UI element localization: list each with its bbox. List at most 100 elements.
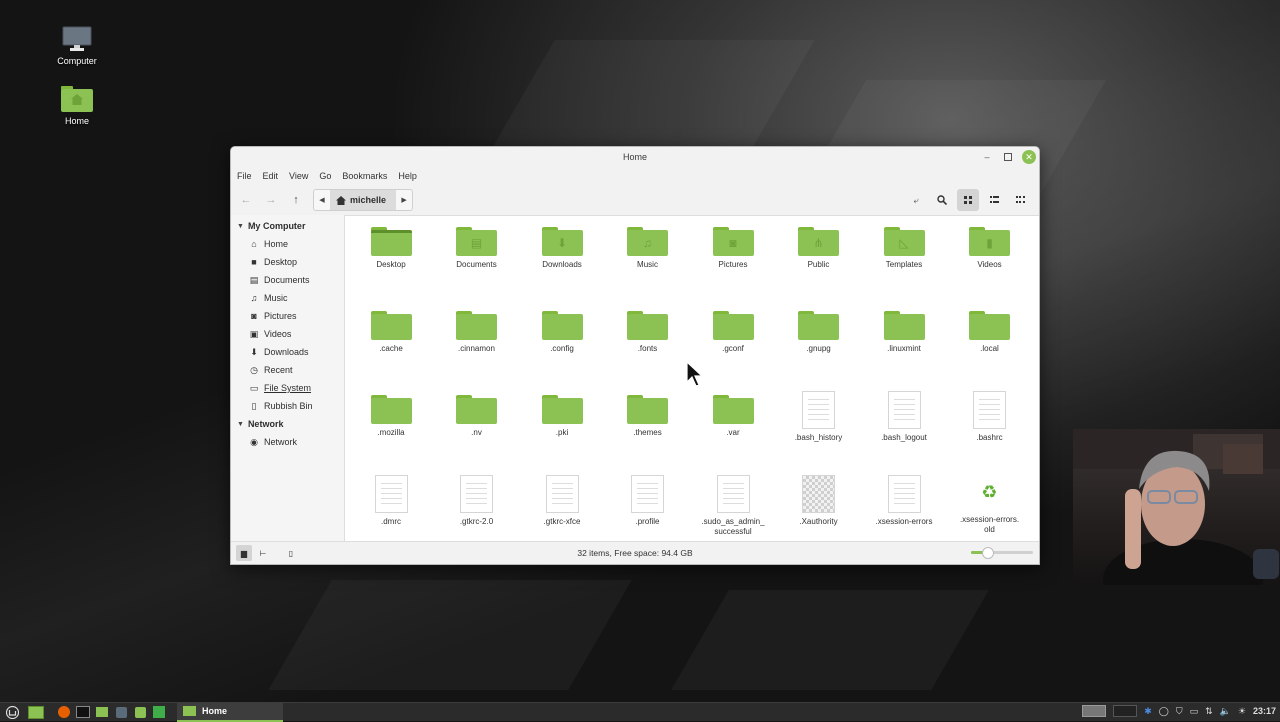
taskbar-window-home[interactable]: Home xyxy=(177,702,283,722)
settings-launcher[interactable] xyxy=(113,705,129,719)
file-item[interactable]: .xsession-errors xyxy=(862,475,946,527)
desktop-icon-home[interactable]: Home xyxy=(42,86,112,126)
file-item[interactable]: .bashrc xyxy=(948,391,1032,443)
breadcrumb-next-button[interactable]: ▶ xyxy=(396,190,412,210)
folder-item[interactable]: .linuxmint xyxy=(862,311,946,354)
file-item[interactable]: .bash_history xyxy=(777,391,861,443)
file-item[interactable]: .gtkrc-2.0 xyxy=(435,475,519,527)
sidebar-section-header[interactable]: ▼ Network xyxy=(231,415,344,433)
breadcrumb-current[interactable]: michelle xyxy=(330,190,397,210)
folder-item[interactable]: .cache xyxy=(349,311,433,354)
menu-go[interactable]: Go xyxy=(319,171,331,181)
folder-item[interactable]: .gnupg xyxy=(777,311,861,354)
folder-item[interactable]: ⬇ Downloads xyxy=(520,227,604,270)
sidebar-item[interactable]: ▭ File System xyxy=(231,379,344,397)
folder-item[interactable]: .nv xyxy=(435,395,519,438)
arrow-up-icon: ↑ xyxy=(293,194,299,206)
bluetooth-icon[interactable]: ✱ xyxy=(1144,706,1152,717)
folder-item[interactable]: ◙ Pictures xyxy=(691,227,775,270)
folder-item[interactable]: .gconf xyxy=(691,311,775,354)
menu-file[interactable]: File xyxy=(237,171,252,181)
clock-icon: ◷ xyxy=(250,364,258,375)
file-item[interactable]: .gtkrc-xfce xyxy=(520,475,604,527)
folder-item[interactable]: .pki xyxy=(520,395,604,438)
close-button[interactable]: ✕ xyxy=(1022,150,1036,164)
zoom-slider[interactable] xyxy=(971,547,1033,559)
workspace-switcher[interactable] xyxy=(1082,705,1107,717)
file-name: .gtkrc-2.0 xyxy=(459,517,494,526)
minimize-button[interactable]: – xyxy=(980,150,994,164)
shield-icon[interactable]: ⛉ xyxy=(1176,706,1183,717)
sidebar-item[interactable]: ♫ Music xyxy=(231,289,344,307)
sidebar-item[interactable]: ▤ Documents xyxy=(231,271,344,289)
workspace-2[interactable] xyxy=(1113,705,1138,717)
menu-button[interactable] xyxy=(4,705,20,719)
sidebar-item[interactable]: ◉ Network xyxy=(231,433,344,451)
folder-item[interactable]: Desktop xyxy=(349,227,433,270)
window-titlebar[interactable]: Home – ✕ xyxy=(231,147,1039,167)
folder-item[interactable]: .fonts xyxy=(606,311,690,354)
sidebar-item[interactable]: ◷ Recent xyxy=(231,361,344,379)
folder-item[interactable]: .mozilla xyxy=(349,395,433,438)
file-item[interactable]: .bash_logout xyxy=(862,391,946,443)
sidebar-item[interactable]: ■ Desktop xyxy=(231,253,344,271)
folder-item[interactable]: ▮ Videos xyxy=(948,227,1032,270)
network-status-icon[interactable]: ⇅ xyxy=(1205,706,1213,717)
list-view-button[interactable] xyxy=(983,189,1005,211)
toggle-location-button[interactable]: ⤶ xyxy=(905,189,927,211)
file-name: .sudo_as_admin_ successful xyxy=(701,517,765,536)
folder-item[interactable]: ♫ Music xyxy=(606,227,690,270)
folder-item[interactable]: .themes xyxy=(606,395,690,438)
obs-icon[interactable]: ◯ xyxy=(1159,706,1169,717)
sidebar-section-header[interactable]: ▼ My Computer xyxy=(231,217,344,235)
zoom-slider-handle[interactable] xyxy=(981,547,994,559)
up-button[interactable]: ↑ xyxy=(285,189,307,211)
sidebar-item[interactable]: ◙ Pictures xyxy=(231,307,344,325)
folder-item[interactable]: .var xyxy=(691,395,775,438)
menu-help[interactable]: Help xyxy=(398,171,417,181)
sidebar-item[interactable]: ▣ Videos xyxy=(231,325,344,343)
breadcrumb-prev-button[interactable]: ◀ xyxy=(314,190,330,210)
desktop-icon-computer[interactable]: Computer xyxy=(42,26,112,66)
volume-icon[interactable]: 🔈 xyxy=(1220,706,1231,717)
search-icon xyxy=(937,195,947,205)
file-name: .linuxmint xyxy=(887,344,921,353)
sidebar-item[interactable]: ⬇ Downloads xyxy=(231,343,344,361)
files-launcher[interactable] xyxy=(94,705,110,719)
folder-item[interactable]: ◺ Templates xyxy=(862,227,946,270)
menu-view[interactable]: View xyxy=(289,171,308,181)
file-name: .xsession-errors xyxy=(875,517,933,526)
display-icon[interactable]: ▭ xyxy=(1190,706,1199,717)
file-item[interactable]: .dmrc xyxy=(349,475,433,527)
folder-item[interactable]: ⋔ Public xyxy=(777,227,861,270)
sidebar-item-label: Home xyxy=(264,239,289,249)
search-button[interactable] xyxy=(931,189,953,211)
terminal-launcher[interactable] xyxy=(75,705,91,719)
file-item[interactable]: .profile xyxy=(606,475,690,527)
file-item[interactable]: ♻ .xsession-errors. old xyxy=(948,475,1032,535)
file-item[interactable]: .sudo_as_admin_ successful xyxy=(691,475,775,537)
sidebar-item[interactable]: ▯ Rubbish Bin xyxy=(231,397,344,415)
folder-item[interactable]: .local xyxy=(948,311,1032,354)
menu-edit[interactable]: Edit xyxy=(263,171,279,181)
clock[interactable]: 23:17 xyxy=(1253,706,1276,716)
file-name: .cinnamon xyxy=(458,344,495,353)
forward-button[interactable]: → xyxy=(260,189,282,211)
firefox-launcher[interactable] xyxy=(56,705,72,719)
brightness-icon[interactable]: ☀ xyxy=(1238,706,1246,717)
update-manager-launcher[interactable] xyxy=(151,705,167,719)
sidebar-item[interactable]: ⌂ Home xyxy=(231,235,344,253)
software-manager-launcher[interactable] xyxy=(132,705,148,719)
expander-icon: ▼ xyxy=(237,420,244,428)
back-button[interactable]: ← xyxy=(235,189,257,211)
show-desktop-button[interactable] xyxy=(28,705,44,719)
file-item[interactable]: .Xauthority xyxy=(777,475,861,527)
folder-item[interactable]: .config xyxy=(520,311,604,354)
icon-view-button[interactable] xyxy=(957,189,979,211)
compact-view-button[interactable] xyxy=(1009,189,1031,211)
maximize-button[interactable] xyxy=(1001,150,1015,164)
file-name: .dmrc xyxy=(381,517,401,526)
folder-item[interactable]: ▤ Documents xyxy=(435,227,519,270)
menu-bookmarks[interactable]: Bookmarks xyxy=(342,171,387,181)
folder-item[interactable]: .cinnamon xyxy=(435,311,519,354)
